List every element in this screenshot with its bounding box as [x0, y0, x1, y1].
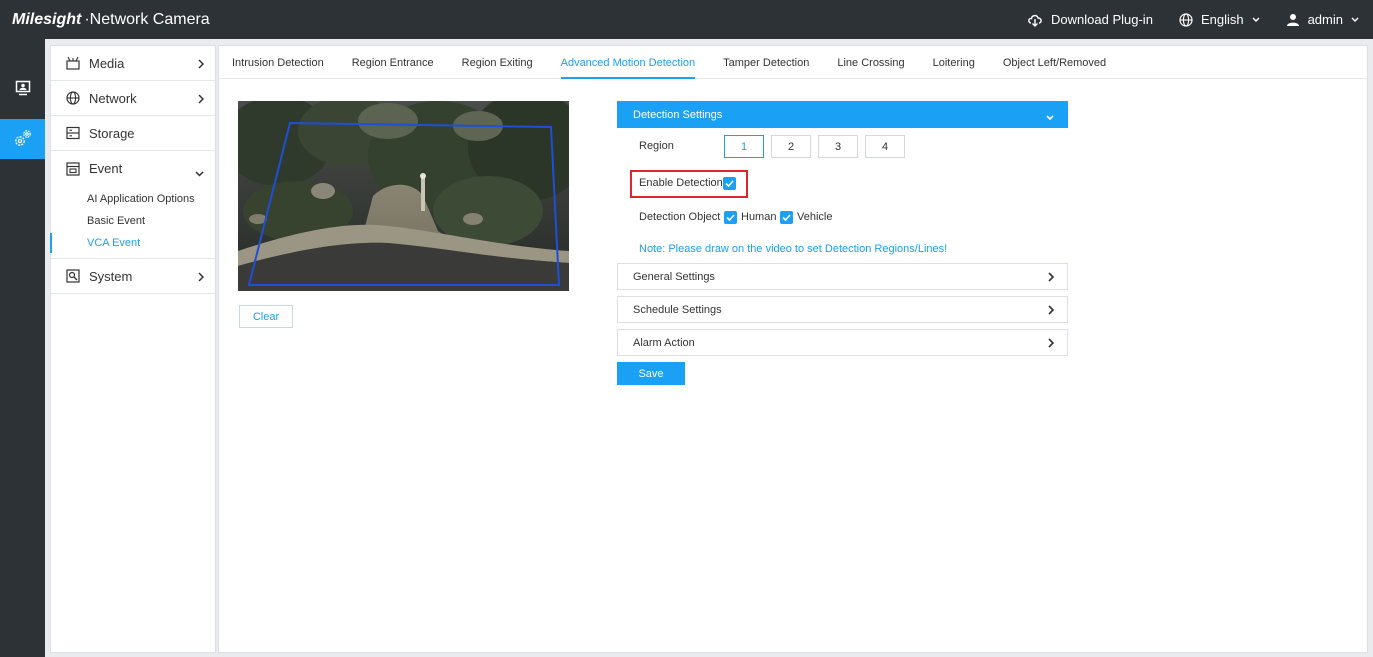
system-icon [66, 269, 80, 283]
save-button[interactable]: Save [617, 362, 685, 385]
vca-tabs: Intrusion Detection Region Entrance Regi… [219, 46, 1367, 79]
sidebar-item-storage[interactable]: Storage [51, 116, 215, 151]
check-icon [726, 214, 735, 221]
region-4-button[interactable]: 4 [865, 135, 905, 158]
live-video[interactable] [238, 101, 569, 291]
sidebar-item-label: Network [89, 90, 137, 106]
tab-advanced-motion-detection[interactable]: Advanced Motion Detection [560, 46, 696, 79]
schedule-settings-title: Schedule Settings [633, 303, 722, 316]
clear-region-button[interactable]: Clear [239, 305, 293, 328]
product-name: ·Network Camera [84, 10, 210, 28]
chevron-right-icon [1048, 305, 1055, 318]
tab-loitering[interactable]: Loitering [933, 46, 975, 79]
main-panel: Intrusion Detection Region Entrance Regi… [218, 45, 1368, 653]
media-icon [66, 56, 80, 70]
detection-settings-title: Detection Settings [633, 108, 723, 121]
chevron-right-icon [1048, 338, 1055, 351]
settings-button[interactable] [0, 119, 45, 159]
chevron-right-icon [198, 270, 205, 285]
sidebar-subitem-ai-application-options[interactable]: AI Application Options [51, 188, 215, 210]
tab-region-exiting[interactable]: Region Exiting [462, 46, 533, 79]
brand-name: Milesight [12, 10, 82, 28]
sidebar-item-label: Event [89, 161, 123, 176]
check-icon [725, 180, 734, 187]
logo: Milesight ·Network Camera [12, 11, 210, 29]
sidebar-item-label: Storage [89, 125, 135, 141]
download-plugin-label: Download Plug-in [1051, 12, 1153, 27]
region-label: Region [639, 140, 674, 152]
region-2-button[interactable]: 2 [771, 135, 811, 158]
chevron-down-icon [1252, 16, 1260, 23]
gear-icon [13, 128, 33, 151]
human-label: Human [741, 211, 777, 223]
storage-icon [66, 126, 80, 140]
chevron-right-icon [198, 57, 205, 72]
enable-detection-checkbox[interactable] [723, 177, 736, 190]
detection-object-label: Detection Object [639, 211, 721, 223]
schedule-settings-header[interactable]: Schedule Settings [617, 296, 1068, 323]
detection-settings-header[interactable]: Detection Settings [617, 101, 1068, 128]
tab-object-left-removed[interactable]: Object Left/Removed [1003, 46, 1106, 79]
sidebar-item-system[interactable]: System [51, 259, 215, 294]
sidebar-subitem-basic-event[interactable]: Basic Event [51, 210, 215, 232]
globe-icon [1179, 12, 1193, 27]
tab-line-crossing[interactable]: Line Crossing [837, 46, 904, 79]
sidebar-item-media[interactable]: Media [51, 46, 215, 81]
sidebar-item-label: Media [89, 55, 125, 71]
language-label: English [1200, 12, 1244, 27]
live-view-button[interactable] [0, 69, 45, 109]
general-settings-header[interactable]: General Settings [617, 263, 1068, 290]
general-settings-title: General Settings [633, 270, 715, 283]
language-select[interactable]: English [1179, 12, 1260, 27]
region-3-button[interactable]: 3 [818, 135, 858, 158]
tab-tamper-detection[interactable]: Tamper Detection [723, 46, 809, 79]
tab-region-entrance[interactable]: Region Entrance [352, 46, 434, 79]
event-icon [66, 161, 80, 176]
video-frame[interactable] [238, 101, 569, 291]
user-icon [1286, 13, 1300, 27]
sidebar-item-label: System [89, 268, 133, 284]
alarm-action-title: Alarm Action [633, 336, 695, 349]
user-menu[interactable]: admin [1286, 12, 1359, 27]
download-plugin-button[interactable]: Download Plug-in [1027, 12, 1153, 27]
sidebar-item-event[interactable]: Event [51, 151, 215, 186]
chevron-right-icon [198, 92, 205, 107]
settings-sidebar: Media Network Storage Event AI Applicati… [50, 45, 216, 653]
alarm-action-header[interactable]: Alarm Action [617, 329, 1068, 356]
draw-region-note: Note: Please draw on the video to set De… [639, 243, 948, 255]
globe-icon [66, 91, 80, 105]
download-icon [1027, 13, 1043, 27]
region-1-button[interactable]: 1 [724, 135, 764, 158]
sidebar-item-network[interactable]: Network [51, 81, 215, 116]
monitor-icon [15, 80, 31, 99]
icon-rail [0, 39, 45, 657]
human-checkbox[interactable] [724, 211, 737, 224]
top-bar: Milesight ·Network Camera Download Plug-… [0, 0, 1373, 39]
event-submenu: AI Application Options Basic Event VCA E… [50, 186, 215, 259]
chevron-down-icon [195, 165, 204, 180]
tab-intrusion-detection[interactable]: Intrusion Detection [232, 46, 324, 79]
sidebar-subitem-vca-event[interactable]: VCA Event [50, 232, 215, 254]
check-icon [782, 214, 791, 221]
user-label: admin [1307, 12, 1343, 27]
enable-detection-label: Enable Detection [639, 177, 723, 189]
chevron-right-icon [1048, 272, 1055, 285]
chevron-down-icon [1351, 16, 1359, 23]
vehicle-label: Vehicle [797, 211, 833, 223]
chevron-down-icon [1046, 112, 1054, 124]
vehicle-checkbox[interactable] [780, 211, 793, 224]
